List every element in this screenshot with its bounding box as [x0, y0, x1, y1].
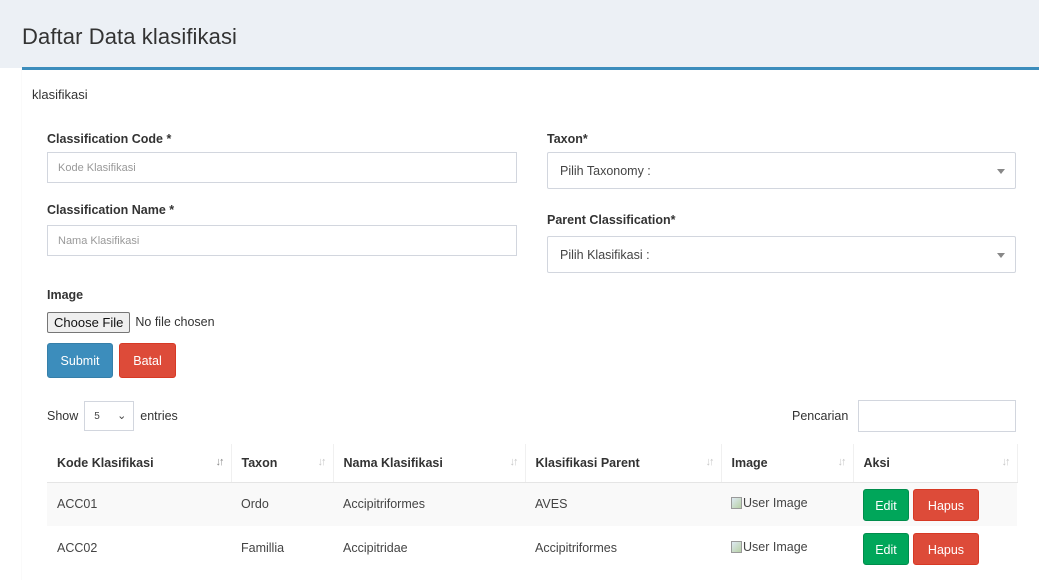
- entries-label: entries: [140, 409, 178, 423]
- sort-asc-icon: ↓↑: [215, 456, 225, 468]
- column-header-aksi[interactable]: Aksi ↓↑: [853, 444, 1018, 483]
- show-label: Show: [47, 409, 79, 423]
- broken-image-icon: [731, 541, 742, 553]
- broken-image: User Image: [731, 496, 808, 510]
- cell-image: User Image: [721, 482, 853, 526]
- delete-button[interactable]: Hapus: [913, 489, 979, 522]
- parent-classification-selected-value: Pilih Klasifikasi :: [560, 248, 650, 262]
- taxon-selected-value: Pilih Taxonomy :: [560, 164, 651, 178]
- image-label: Image: [47, 288, 84, 302]
- broken-image: User Image: [731, 540, 808, 554]
- classification-form-box: klasifikasi Classification Code * Classi…: [22, 67, 1039, 580]
- submit-button[interactable]: Submit: [47, 343, 113, 378]
- search-label: Pencarian: [792, 409, 849, 423]
- cell-parent: Accipitriformes: [525, 526, 721, 570]
- image-file-input: Choose File No file chosen: [47, 311, 215, 333]
- table-row: ACC02 Famillia Accipitridae Accipitrifor…: [47, 526, 1017, 570]
- cell-parent: AVES: [525, 482, 721, 526]
- cell-code: ACC02: [47, 526, 231, 570]
- parent-classification-select[interactable]: Pilih Klasifikasi :: [547, 236, 1016, 273]
- classification-code-label: Classification Code *: [47, 132, 172, 146]
- cell-taxon: Famillia: [231, 526, 333, 570]
- column-header-kode[interactable]: Kode Klasifikasi ↓↑: [47, 444, 232, 483]
- box-title: klasifikasi: [32, 87, 88, 102]
- caret-down-icon: [997, 169, 1005, 174]
- column-header-taxon[interactable]: Taxon ↓↑: [231, 444, 334, 483]
- sort-icon: ↓↑: [509, 456, 519, 468]
- caret-down-icon: [997, 253, 1005, 258]
- cell-actions: Edit Hapus: [853, 482, 1017, 526]
- page-header: Daftar Data klasifikasi: [0, 0, 1039, 68]
- cancel-button[interactable]: Batal: [119, 343, 176, 378]
- classification-code-input[interactable]: [47, 152, 517, 183]
- table-header-row: Kode Klasifikasi ↓↑ Taxon ↓↑ Nama Klasifik…: [47, 444, 1018, 483]
- sort-icon: ↓↑: [317, 456, 327, 468]
- broken-image-icon: [731, 497, 742, 510]
- cell-name: Accipitriformes: [333, 482, 525, 526]
- classification-name-label: Classification Name *: [47, 203, 175, 217]
- edit-button[interactable]: Edit: [863, 489, 909, 522]
- cell-actions: Edit Hapus: [853, 526, 1017, 570]
- sort-icon: ↓↑: [837, 456, 847, 468]
- taxon-select[interactable]: Pilih Taxonomy :: [547, 152, 1016, 189]
- cell-taxon: Ordo: [231, 482, 333, 526]
- cell-code: ACC01: [47, 482, 231, 526]
- sort-icon: ↓↑: [705, 456, 715, 468]
- parent-classification-label: Parent Classification*: [547, 213, 676, 227]
- edit-button[interactable]: Edit: [863, 533, 909, 565]
- classification-name-input[interactable]: [47, 225, 517, 256]
- page-title: Daftar Data klasifikasi: [22, 24, 238, 49]
- column-header-nama[interactable]: Nama Klasifikasi ↓↑: [333, 444, 526, 483]
- classification-table: Kode Klasifikasi ↓↑ Taxon ↓↑ Nama Klasifik…: [47, 444, 1018, 570]
- search-input[interactable]: [858, 400, 1016, 432]
- table-row: ACC01 Ordo Accipitriformes AVES User Ima…: [47, 482, 1017, 526]
- chevron-down-icon: ⌄: [117, 410, 127, 422]
- cell-image: User Image: [721, 526, 853, 570]
- delete-button[interactable]: Hapus: [913, 533, 979, 565]
- column-header-image[interactable]: Image ↓↑: [721, 444, 854, 483]
- cell-name: Accipitridae: [333, 526, 525, 570]
- file-status: No file chosen: [135, 315, 215, 329]
- column-header-parent[interactable]: Klasifikasi Parent ↓↑: [525, 444, 722, 483]
- taxon-label: Taxon*: [547, 132, 588, 146]
- table-length-control: Show 5 ⌄ entries: [47, 401, 178, 431]
- entries-value: 5: [94, 411, 100, 422]
- sort-icon: ↓↑: [1001, 456, 1011, 468]
- choose-file-button[interactable]: Choose File: [47, 311, 131, 333]
- entries-select[interactable]: 5 ⌄: [84, 401, 135, 431]
